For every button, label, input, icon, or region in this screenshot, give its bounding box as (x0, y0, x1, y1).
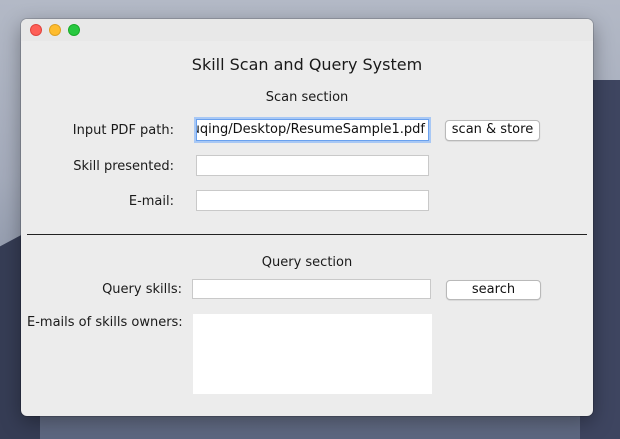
scan-store-button[interactable]: scan & store (445, 120, 540, 141)
zoom-window-button[interactable] (68, 24, 80, 36)
query-skills-label: Query skills: (102, 282, 182, 297)
email-label: E-mail: (128, 194, 174, 209)
results-label: E-mails of skills owners: (27, 315, 183, 330)
app-window: Skill Scan and Query System Scan section… (21, 19, 593, 416)
search-button[interactable]: search (446, 280, 541, 300)
minimize-window-button[interactable] (49, 24, 61, 36)
pdf-path-input[interactable]: uqing/Desktop/ResumeSample1.pdf (196, 119, 429, 141)
scan-section-title: Scan section (265, 90, 349, 105)
section-divider (27, 234, 587, 235)
title-bar[interactable] (21, 19, 593, 41)
query-section-title: Query section (261, 255, 353, 270)
skill-presented-label: Skill presented: (73, 159, 174, 174)
query-skills-input[interactable] (192, 279, 431, 299)
pdf-path-value: uqing/Desktop/ResumeSample1.pdf (196, 122, 425, 137)
close-window-button[interactable] (30, 24, 42, 36)
skill-presented-field[interactable] (196, 155, 429, 176)
page-title: Skill Scan and Query System (191, 55, 423, 74)
results-textarea[interactable] (193, 314, 432, 394)
pdf-path-label: Input PDF path: (72, 123, 174, 138)
email-field[interactable] (196, 190, 429, 211)
